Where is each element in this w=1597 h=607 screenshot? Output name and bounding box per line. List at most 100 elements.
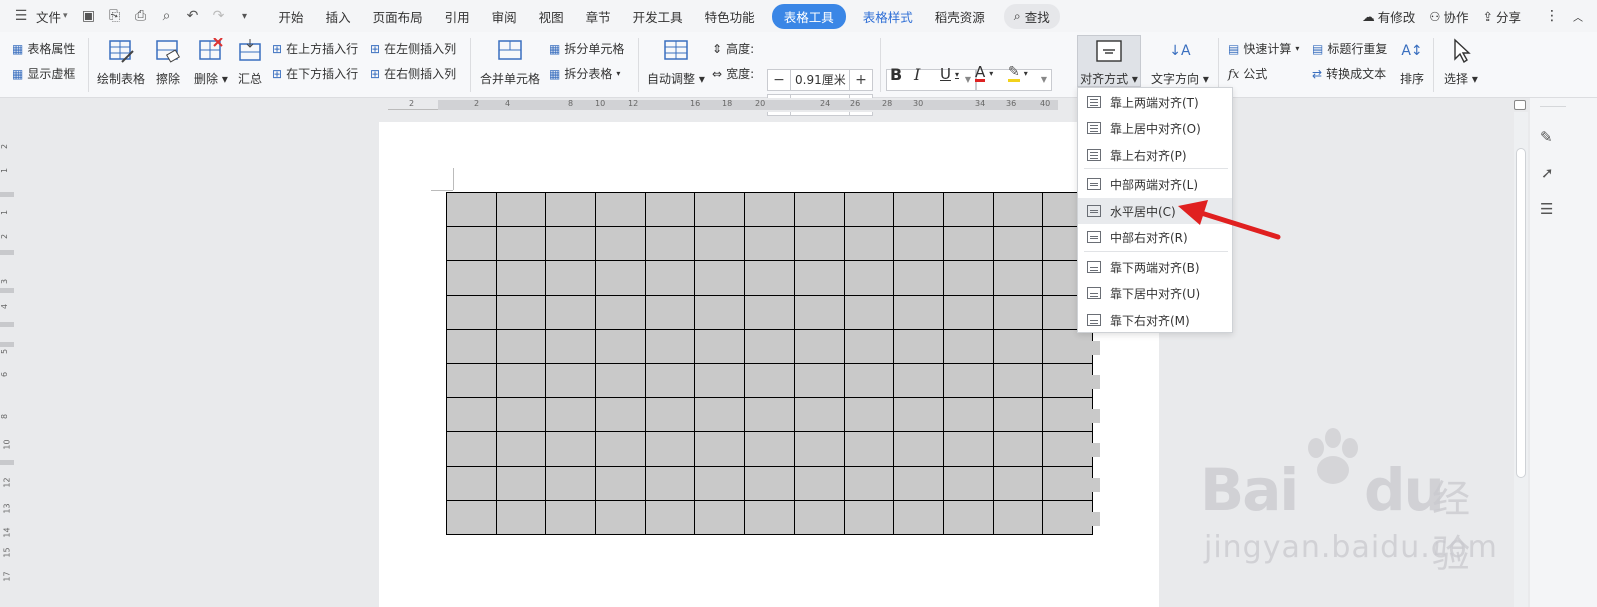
table-cell[interactable]	[644, 294, 696, 330]
hamburger-menu-icon[interactable]: ☰	[8, 4, 34, 28]
table-cell[interactable]	[992, 226, 1044, 262]
table-cell[interactable]	[1042, 328, 1093, 364]
table-cell[interactable]	[644, 260, 696, 296]
formula-button[interactable]: fx 公式	[1228, 65, 1267, 82]
erase-button[interactable]: 擦除	[155, 38, 181, 87]
table-cell[interactable]	[992, 328, 1044, 364]
table-cell[interactable]	[744, 397, 795, 433]
table-cell[interactable]	[843, 328, 895, 364]
table-cell[interactable]	[992, 465, 1044, 501]
save-icon[interactable]: ▣	[76, 4, 102, 28]
table-cell[interactable]	[644, 362, 696, 399]
table-cell[interactable]	[893, 191, 944, 228]
table-cell[interactable]	[644, 191, 696, 228]
select-button[interactable]: 选择 ▾	[1444, 38, 1478, 87]
settings-sliders-icon[interactable]: ☰	[1540, 200, 1553, 218]
table-cell[interactable]	[694, 260, 746, 296]
table-cell[interactable]	[495, 260, 547, 296]
table-cell[interactable]	[446, 328, 497, 364]
table-cell[interactable]	[595, 328, 646, 364]
table-cell[interactable]	[446, 499, 497, 535]
table-cell[interactable]	[595, 191, 646, 228]
align-menu-item[interactable]: 靠下两端对齐(B)	[1078, 254, 1232, 280]
tab-table-tools[interactable]: 表格工具	[771, 3, 846, 29]
table-cell[interactable]	[893, 499, 944, 535]
table-cell[interactable]	[1042, 362, 1093, 399]
repeat-header-button[interactable]: ▤ 标题行重复	[1312, 40, 1387, 57]
table-cell[interactable]	[843, 397, 895, 433]
table-cell[interactable]	[843, 465, 895, 501]
table-cell[interactable]	[793, 362, 845, 399]
collapse-ribbon-icon[interactable]: ︿	[1573, 9, 1583, 24]
table-cell[interactable]	[446, 260, 497, 296]
table-cell[interactable]	[545, 362, 597, 399]
table-cell[interactable]	[644, 465, 696, 501]
edit-icon[interactable]: ✎	[1540, 128, 1553, 146]
table-cell[interactable]	[446, 226, 497, 262]
table-cell[interactable]	[793, 191, 845, 228]
pointer-icon[interactable]: ➚	[1541, 164, 1554, 182]
table-properties-button[interactable]: ▦ 表格属性	[12, 40, 75, 57]
table-cell[interactable]	[942, 328, 994, 364]
table-cell[interactable]	[446, 431, 497, 467]
vertical-ruler[interactable]: 2 1 1 2 3 4 5 6 8 10 12 13 14 15 17	[0, 112, 14, 607]
table-cell[interactable]	[495, 499, 547, 535]
height-stepper[interactable]: − 0.91厘米 +	[767, 69, 873, 91]
table-cell[interactable]	[495, 294, 547, 330]
scrollbar-thumb[interactable]	[1516, 148, 1526, 478]
table-cell[interactable]	[694, 191, 746, 228]
table-cell[interactable]	[843, 499, 895, 535]
table-cell[interactable]	[1042, 431, 1093, 467]
table-cell[interactable]	[495, 226, 547, 262]
table-cell[interactable]	[495, 362, 547, 399]
search-button[interactable]: ⌕ 查找	[1003, 3, 1060, 29]
table-cell[interactable]	[694, 226, 746, 262]
table-cell[interactable]	[992, 191, 1044, 228]
table-cell[interactable]	[644, 431, 696, 467]
print-icon[interactable]: ⎙	[128, 4, 154, 28]
table-cell[interactable]	[446, 294, 497, 330]
underline-button[interactable]: U ▾	[940, 65, 959, 83]
table-cell[interactable]	[495, 191, 547, 228]
split-table-button[interactable]: ▦ 拆分表格 ▾	[549, 65, 620, 82]
table-cell[interactable]	[744, 260, 795, 296]
tab-references[interactable]: 引用	[434, 7, 481, 26]
align-button[interactable]: 对齐方式 ▾	[1079, 38, 1139, 87]
summary-button[interactable]: 汇总	[237, 38, 263, 87]
share-button[interactable]: ⇪ 分享	[1483, 7, 1522, 26]
horizontal-ruler[interactable]: 2 2 4 8 10 12 16 18 20 24 26 28 30 34 36…	[0, 98, 1512, 112]
table-cell[interactable]	[595, 397, 646, 433]
table-cell[interactable]	[446, 362, 497, 399]
tab-features[interactable]: 特色功能	[694, 7, 766, 26]
table-cell[interactable]	[893, 328, 944, 364]
table-cell[interactable]	[843, 191, 895, 228]
table-cell[interactable]	[744, 431, 795, 467]
table-cell[interactable]	[843, 294, 895, 330]
highlight-button[interactable]: ✎ ▾	[1008, 65, 1028, 82]
table-cell[interactable]	[744, 362, 795, 399]
align-menu-item[interactable]: 靠上居中对齐(O)	[1078, 115, 1232, 141]
insert-col-left-button[interactable]: ⊞ 在左侧插入列	[370, 40, 456, 57]
vertical-scrollbar[interactable]	[1514, 112, 1528, 607]
table-cell[interactable]	[843, 362, 895, 399]
bold-button[interactable]: B	[890, 65, 902, 84]
table-cell[interactable]	[992, 397, 1044, 433]
table-cell[interactable]	[942, 226, 994, 262]
table-cell[interactable]	[793, 397, 845, 433]
table-cell[interactable]	[893, 431, 944, 467]
table-cell[interactable]	[545, 260, 597, 296]
format-painter-icon[interactable]: ⎘	[102, 4, 128, 28]
table-cell[interactable]	[694, 294, 746, 330]
table-cell[interactable]	[495, 328, 547, 364]
table-cell[interactable]	[446, 191, 497, 228]
table-cell[interactable]	[545, 294, 597, 330]
table-cell[interactable]	[595, 465, 646, 501]
table-cell[interactable]	[446, 465, 497, 501]
height-decrease-button[interactable]: −	[768, 70, 790, 90]
table-cell[interactable]	[694, 362, 746, 399]
split-cells-button[interactable]: ▦ 拆分单元格	[549, 40, 624, 57]
table-cell[interactable]	[942, 362, 994, 399]
table-cell[interactable]	[644, 499, 696, 535]
table-cell[interactable]	[942, 465, 994, 501]
table-cell[interactable]	[942, 260, 994, 296]
